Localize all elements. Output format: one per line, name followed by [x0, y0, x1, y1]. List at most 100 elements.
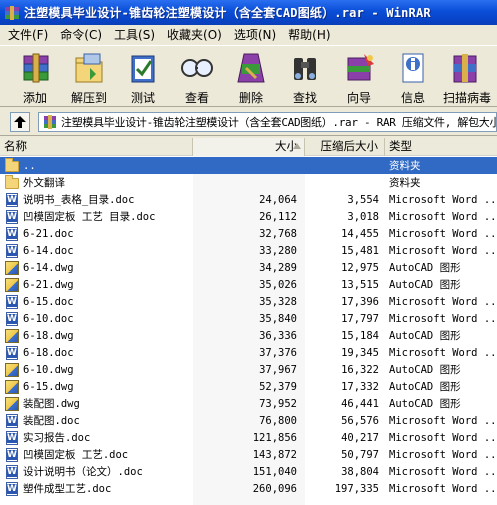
autocad-drawing-icon: [4, 328, 20, 343]
file-name-cell: 凹模固定板 工艺 目录.doc: [0, 209, 193, 224]
file-type: Microsoft Word ...: [389, 244, 497, 257]
file-packed-size: 13,515: [341, 278, 379, 291]
file-row[interactable]: 6-10.dwg 37,967 16,322 AutoCAD 图形: [0, 361, 497, 378]
add-button[interactable]: 添加: [8, 46, 62, 106]
file-name: 6-10.doc: [23, 312, 74, 325]
file-row[interactable]: .. 资料夹: [0, 157, 497, 174]
file-name: 6-10.dwg: [23, 363, 74, 376]
file-name-cell: 6-21.dwg: [0, 277, 193, 292]
extract-to-icon: [70, 50, 108, 86]
file-packed-size: 3,554: [347, 193, 379, 206]
column-header-name[interactable]: 名称: [0, 138, 193, 156]
file-row[interactable]: 6-18.dwg 36,336 15,184 AutoCAD 图形: [0, 327, 497, 344]
test-button[interactable]: 测试: [116, 46, 170, 106]
delete-icon: [232, 50, 270, 86]
toolbar: 添加 解压到 测试 查看 删除 查找 向导 信息 扫描病毒: [0, 45, 497, 107]
file-rows: .. 资料夹外文翻译资料夹说明书_表格_目录.doc24,0643,554Micr…: [0, 157, 497, 497]
extract-to-button[interactable]: 解压到: [62, 46, 116, 106]
autocad-drawing-icon: [4, 362, 20, 377]
file-type: Microsoft Word ...: [389, 227, 497, 240]
view-button[interactable]: 查看: [170, 46, 224, 106]
view-label: 查看: [184, 91, 209, 105]
add-label: 添加: [22, 91, 47, 105]
window-title: 注塑模具毕业设计-锥齿轮注塑模设计（含全套CAD图纸）.rar - WinRAR: [24, 6, 431, 20]
file-size: 151,040: [252, 465, 297, 478]
file-name: ..: [23, 159, 36, 172]
file-name-cell: 装配图.dwg: [0, 396, 193, 411]
file-row[interactable]: 说明书_表格_目录.doc 24,064 3,554 Microsoft Word .…: [0, 191, 497, 208]
up-folder-button[interactable]: [10, 111, 30, 132]
menu-help[interactable]: 帮助(H): [282, 26, 336, 44]
autocad-drawing-icon: [4, 260, 20, 275]
scan-virus-label: 扫描病毒: [442, 91, 491, 105]
file-packed-size: 15,481: [341, 244, 379, 257]
folder-icon: [4, 175, 20, 190]
file-row[interactable]: 凹模固定板 工艺.doc 143,872 50,797 Microsoft Word …: [0, 446, 497, 463]
file-size: 37,967: [259, 363, 297, 376]
column-header-packed[interactable]: 压缩后大小: [305, 138, 385, 156]
file-type: Microsoft Word ...: [389, 414, 497, 427]
file-row[interactable]: 装配图.dwg 73,952 46,441 AutoCAD 图形: [0, 395, 497, 412]
delete-button[interactable]: 删除: [224, 46, 278, 106]
column-header-type[interactable]: 类型: [385, 138, 497, 156]
column-header-size[interactable]: 大小: [193, 138, 305, 156]
file-list[interactable]: 名称 大小 压缩后大小 类型 ..资料夹外文翻译资料夹说明书_表格_目录.doc…: [0, 138, 497, 505]
scan-virus-button[interactable]: 扫描病毒: [440, 46, 494, 106]
menu-tools[interactable]: 工具(S): [108, 26, 161, 44]
file-packed-size: 16,322: [341, 363, 379, 376]
rar-archive-icon: [43, 114, 57, 129]
file-row[interactable]: 6-15.doc 35,328 17,396 Microsoft Word ...: [0, 293, 497, 310]
file-name: 6-14.doc: [23, 244, 74, 257]
file-packed-size: 17,396: [341, 295, 379, 308]
file-name: 装配图.doc: [23, 415, 80, 427]
file-row[interactable]: 6-14.dwg 34,289 12,975 AutoCAD 图形: [0, 259, 497, 276]
file-type: 资料夹: [389, 160, 421, 172]
wizard-label: 向导: [346, 91, 371, 105]
file-name-cell: 外文翻译: [0, 175, 193, 190]
file-row[interactable]: 外文翻译 资料夹: [0, 174, 497, 191]
info-button[interactable]: 信息: [386, 46, 440, 106]
scan-virus-icon: [448, 50, 486, 86]
test-label: 测试: [130, 91, 155, 105]
file-packed-size: 12,975: [341, 261, 379, 274]
find-button[interactable]: 查找: [278, 46, 332, 106]
menu-file[interactable]: 文件(F): [2, 26, 54, 44]
file-name-cell: 凹模固定板 工艺.doc: [0, 447, 193, 462]
winrar-app-icon[interactable]: [4, 5, 20, 21]
file-row[interactable]: 实习报告.doc 121,856 40,217 Microsoft Word ...: [0, 429, 497, 446]
up-arrow-icon: [14, 115, 26, 128]
file-row[interactable]: 6-18.doc 37,376 19,345 Microsoft Word ...: [0, 344, 497, 361]
file-packed-size: 38,804: [341, 465, 379, 478]
wizard-button[interactable]: 向导: [332, 46, 386, 106]
file-row[interactable]: 6-21.dwg 35,026 13,515 AutoCAD 图形: [0, 276, 497, 293]
file-row[interactable]: 6-14.doc 33,280 15,481 Microsoft Word ...: [0, 242, 497, 259]
file-name: 6-15.doc: [23, 295, 74, 308]
file-size: 35,328: [259, 295, 297, 308]
file-row[interactable]: 6-21.doc 32,768 14,455 Microsoft Word ...: [0, 225, 497, 242]
file-name-cell: 说明书_表格_目录.doc: [0, 192, 193, 207]
menu-favorites[interactable]: 收藏夹(O): [161, 26, 228, 44]
menu-commands[interactable]: 命令(C): [54, 26, 108, 44]
file-packed-size: 15,184: [341, 329, 379, 342]
word-document-icon: [4, 413, 20, 428]
file-row[interactable]: 塑件成型工艺.doc 260,096 197,335 Microsoft Word .…: [0, 480, 497, 497]
file-size: 37,376: [259, 346, 297, 359]
autocad-drawing-icon: [4, 379, 20, 394]
file-size: 73,952: [259, 397, 297, 410]
autocad-drawing-icon: [4, 277, 20, 292]
file-name-cell: 设计说明书（论文）.doc: [0, 464, 193, 479]
file-packed-size: 46,441: [341, 397, 379, 410]
file-name-cell: 6-18.doc: [0, 345, 193, 360]
extract-to-label: 解压到: [70, 91, 107, 105]
file-row[interactable]: 装配图.doc 76,800 56,576 Microsoft Word ...: [0, 412, 497, 429]
menu-options[interactable]: 选项(N): [228, 26, 282, 44]
address-field[interactable]: 注塑模具毕业设计-锥齿轮注塑模设计（含全套CAD图纸）.rar - RAR 压缩…: [38, 111, 497, 132]
file-size: 26,112: [259, 210, 297, 223]
file-row[interactable]: 设计说明书（论文）.doc 151,040 38,804 Microsoft Word…: [0, 463, 497, 480]
file-row[interactable]: 凹模固定板 工艺 目录.doc 26,112 3,018 Microsoft Word…: [0, 208, 497, 225]
file-name: 说明书_表格_目录.doc: [23, 194, 135, 206]
file-packed-size: 56,576: [341, 414, 379, 427]
file-type: AutoCAD 图形: [389, 279, 461, 291]
file-row[interactable]: 6-15.dwg 52,379 17,332 AutoCAD 图形: [0, 378, 497, 395]
file-row[interactable]: 6-10.doc 35,840 17,797 Microsoft Word ...: [0, 310, 497, 327]
